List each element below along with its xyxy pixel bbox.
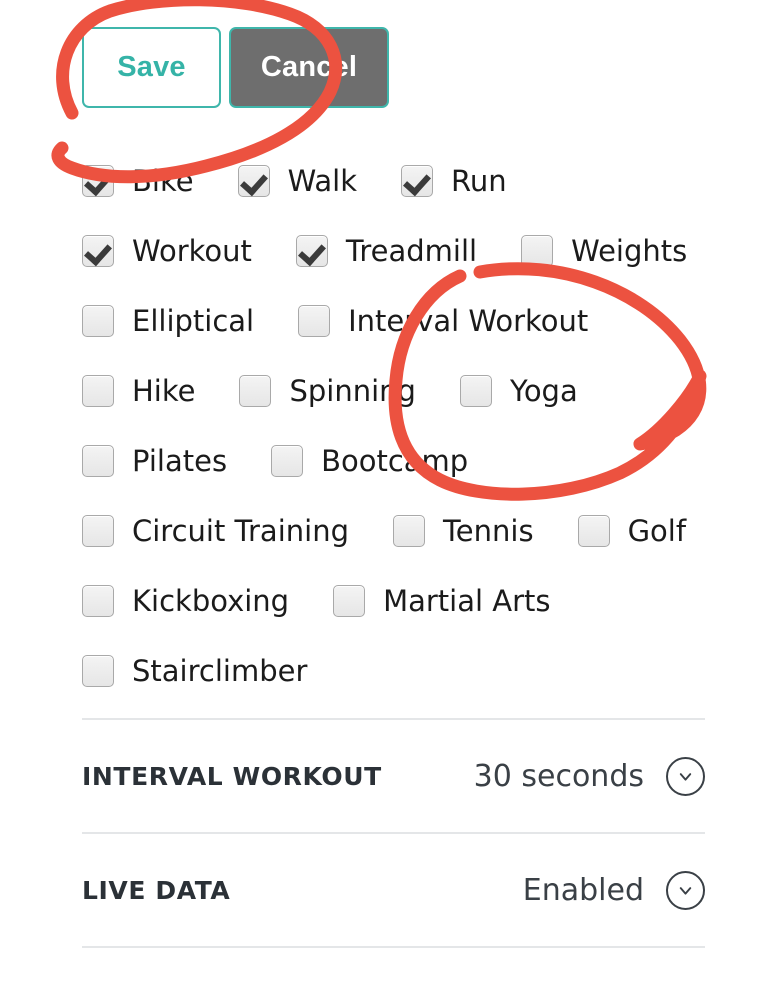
- setting-value-live-data: Enabled: [522, 872, 644, 908]
- checkbox-stairclimber[interactable]: [82, 655, 114, 687]
- checkbox-item-hike[interactable]: Hike: [82, 374, 195, 408]
- checkbox-item-interval-workout[interactable]: Interval Workout: [298, 304, 588, 338]
- checkbox-label-weights: Weights: [571, 234, 688, 268]
- setting-value-interval-workout: 30 seconds: [473, 758, 644, 794]
- checkbox-item-walk[interactable]: Walk: [237, 164, 358, 198]
- checkbox-bootcamp[interactable]: [271, 445, 304, 477]
- checkbox-row: Elliptical Interval Workout: [82, 286, 722, 356]
- checkbox-label-hike: Hike: [132, 374, 196, 408]
- checkbox-yoga[interactable]: [459, 375, 492, 407]
- checkbox-row: Stairclimber: [82, 636, 722, 706]
- checkbox-row: Hike Spinning Yoga: [82, 356, 722, 426]
- checkbox-item-workout[interactable]: Workout: [82, 234, 252, 268]
- checkbox-label-martial-arts: Martial Arts: [383, 584, 551, 618]
- checkbox-item-treadmill[interactable]: Treadmill: [295, 234, 478, 268]
- checkbox-item-circuit-training[interactable]: Circuit Training: [82, 514, 349, 548]
- checkbox-item-martial-arts[interactable]: Martial Arts: [333, 584, 551, 618]
- checkbox-item-tennis[interactable]: Tennis: [393, 514, 534, 548]
- checkbox-bike[interactable]: [82, 165, 114, 197]
- checkbox-elliptical[interactable]: [82, 305, 114, 337]
- checkbox-circuit-training[interactable]: [82, 515, 114, 547]
- setting-row-live-data[interactable]: LIVE DATA Enabled: [82, 834, 705, 946]
- checkbox-interval-workout[interactable]: [298, 305, 331, 337]
- checkbox-label-bike: Bike: [132, 164, 194, 198]
- checkbox-item-weights[interactable]: Weights: [521, 234, 687, 268]
- checkbox-treadmill[interactable]: [295, 235, 328, 267]
- checkbox-label-pilates: Pilates: [132, 444, 228, 478]
- cancel-button[interactable]: Cancel: [229, 27, 389, 108]
- checkbox-label-run: Run: [451, 164, 507, 198]
- checkbox-label-spinning: Spinning: [289, 374, 416, 408]
- checkbox-weights[interactable]: [521, 235, 554, 267]
- workout-settings-screen: Save Cancel Bike Walk Run Workout Treadm…: [0, 0, 765, 999]
- checkbox-label-golf: Golf: [627, 514, 687, 548]
- chevron-down-icon[interactable]: [666, 756, 705, 796]
- checkbox-item-pilates[interactable]: Pilates: [82, 444, 227, 478]
- checkbox-spinning[interactable]: [239, 375, 272, 407]
- checkbox-label-workout: Workout: [132, 234, 252, 268]
- checkbox-golf[interactable]: [577, 515, 610, 547]
- checkbox-item-stairclimber[interactable]: Stairclimber: [82, 654, 307, 688]
- checkbox-label-stairclimber: Stairclimber: [132, 654, 308, 688]
- checkbox-label-kickboxing: Kickboxing: [132, 584, 290, 618]
- checkbox-item-golf[interactable]: Golf: [577, 514, 687, 548]
- checkbox-label-walk: Walk: [287, 164, 358, 198]
- settings-list: INTERVAL WORKOUT 30 seconds LIVE DATA En…: [82, 718, 705, 948]
- checkbox-item-spinning[interactable]: Spinning: [239, 374, 416, 408]
- setting-label-interval-workout: INTERVAL WORKOUT: [82, 761, 382, 791]
- setting-label-live-data: LIVE DATA: [82, 875, 231, 905]
- checkbox-label-interval-workout: Interval Workout: [348, 304, 589, 338]
- divider: [82, 946, 705, 948]
- checkbox-item-elliptical[interactable]: Elliptical: [82, 304, 254, 338]
- save-button[interactable]: Save: [82, 27, 221, 108]
- checkbox-row: Pilates Bootcamp: [82, 426, 722, 496]
- checkbox-martial-arts[interactable]: [333, 585, 366, 617]
- chevron-down-icon[interactable]: [666, 870, 705, 910]
- checkbox-item-kickboxing[interactable]: Kickboxing: [82, 584, 289, 618]
- checkbox-item-bike[interactable]: Bike: [82, 164, 194, 198]
- checkbox-row: Circuit Training Tennis Golf: [82, 496, 722, 566]
- setting-row-interval-workout[interactable]: INTERVAL WORKOUT 30 seconds: [82, 720, 705, 832]
- checkbox-workout[interactable]: [82, 235, 114, 267]
- setting-value-group: 30 seconds: [473, 756, 705, 796]
- checkbox-label-bootcamp: Bootcamp: [321, 444, 469, 478]
- checkbox-kickboxing[interactable]: [82, 585, 114, 617]
- checkbox-label-elliptical: Elliptical: [132, 304, 255, 338]
- checkbox-run[interactable]: [401, 165, 434, 197]
- checkbox-walk[interactable]: [237, 165, 270, 197]
- checkbox-item-run[interactable]: Run: [401, 164, 507, 198]
- checkbox-hike[interactable]: [82, 375, 114, 407]
- checkbox-label-circuit-training: Circuit Training: [132, 514, 349, 548]
- checkbox-label-treadmill: Treadmill: [345, 234, 478, 268]
- checkbox-row: Bike Walk Run: [82, 146, 722, 216]
- checkbox-row: Workout Treadmill Weights: [82, 216, 722, 286]
- checkbox-pilates[interactable]: [82, 445, 114, 477]
- setting-value-group: Enabled: [522, 870, 705, 910]
- checkbox-label-yoga: Yoga: [509, 374, 578, 408]
- checkbox-row: Kickboxing Martial Arts: [82, 566, 722, 636]
- checkbox-item-yoga[interactable]: Yoga: [459, 374, 578, 408]
- activity-checkbox-group: Bike Walk Run Workout Treadmill Weights …: [82, 146, 722, 706]
- action-button-bar: Save Cancel: [82, 27, 389, 108]
- checkbox-label-tennis: Tennis: [443, 514, 534, 548]
- checkbox-tennis[interactable]: [393, 515, 425, 547]
- checkbox-item-bootcamp[interactable]: Bootcamp: [271, 444, 468, 478]
